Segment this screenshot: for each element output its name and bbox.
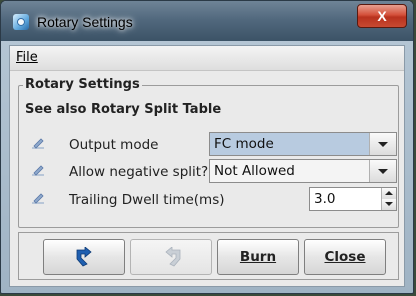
pencil-icon [32,165,44,176]
dwell-time-spinner[interactable]: 3.0 [309,187,397,211]
negative-split-select[interactable]: Not Allowed [209,159,397,183]
pencil-icon [32,138,44,149]
undo-button[interactable] [43,239,125,275]
close-button[interactable]: Close [304,239,386,275]
see-also-link[interactable]: See also Rotary Split Table [25,102,221,117]
negative-split-row: Allow negative split? Not Allowed [19,159,398,185]
redo-arrow-icon [165,247,181,267]
rotary-settings-panel: Rotary Settings See also Rotary Split Ta… [18,77,399,228]
menu-file[interactable]: File [16,50,38,65]
negative-split-value: Not Allowed [214,163,295,179]
button-bar: Burn Close [18,232,399,280]
dwell-time-value[interactable]: 3.0 [314,191,335,207]
rotary-settings-window: Rotary Settings X File Rotary Settings S… [0,0,414,294]
output-mode-row: Output mode FC mode [19,132,398,158]
chevron-down-icon[interactable] [369,160,396,182]
negative-split-label: Allow negative split? [69,164,209,180]
dwell-time-label: Trailing Dwell time(ms) [69,192,225,208]
window-close-button[interactable]: X [357,4,407,28]
panel-title: Rotary Settings [23,77,142,92]
output-mode-label: Output mode [69,137,159,153]
burn-button[interactable]: Burn [217,239,299,275]
close-button-label: Close [324,249,366,265]
title-bar[interactable]: Rotary Settings X [1,1,413,41]
output-mode-select[interactable]: FC mode [209,132,397,156]
redo-button[interactable] [130,239,212,275]
chevron-down-icon[interactable] [369,133,396,155]
undo-arrow-icon [76,247,92,267]
dwell-time-row: Trailing Dwell time(ms) 3.0 [19,187,398,213]
app-icon [13,14,29,30]
menu-bar: File [10,46,404,71]
burn-button-label: Burn [239,249,277,265]
output-mode-value: FC mode [214,136,274,152]
window-content: File Rotary Settings See also Rotary Spl… [9,45,405,287]
spin-down-icon[interactable] [381,199,396,210]
pencil-icon [32,193,44,204]
window-title: Rotary Settings [37,14,133,30]
